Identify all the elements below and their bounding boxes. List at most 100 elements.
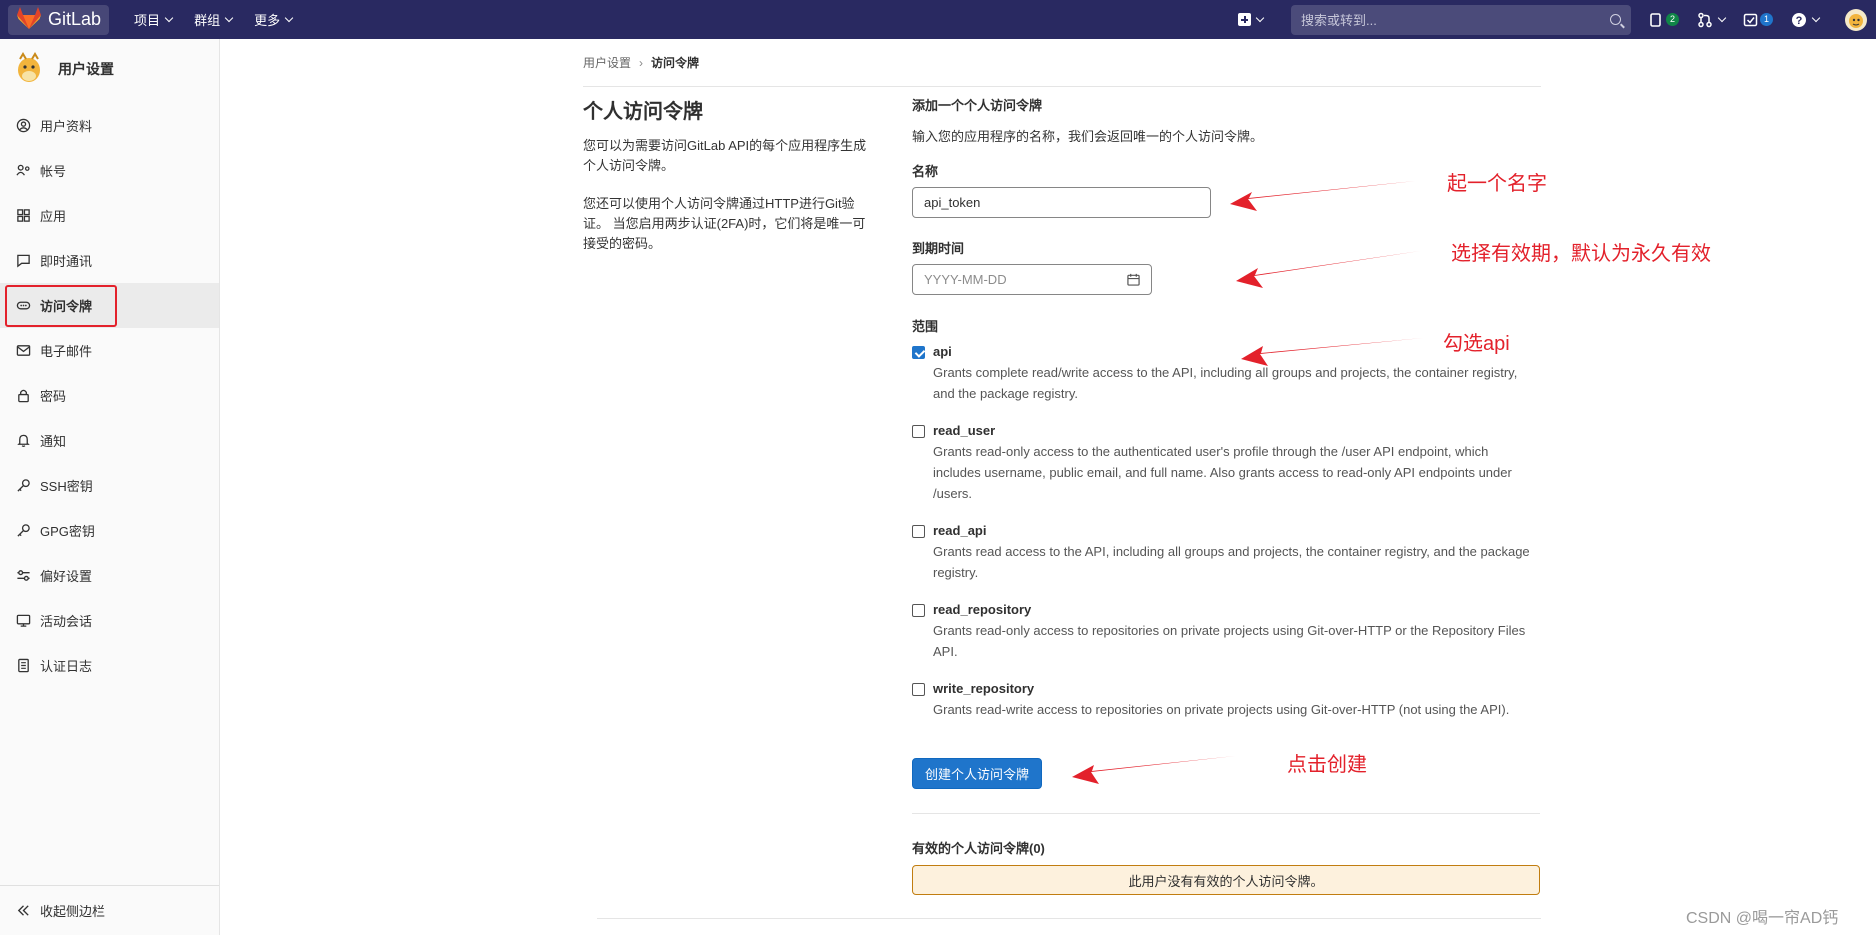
new-item-dropdown[interactable] [1230, 13, 1271, 26]
scope-checkbox[interactable] [912, 425, 925, 438]
sidebar-item-profile[interactable]: 用户资料 [0, 103, 219, 148]
sidebar-item-label: 电子邮件 [40, 344, 93, 359]
sidebar-item-applications[interactable]: 应用 [0, 193, 219, 238]
scope-checkbox[interactable] [912, 604, 925, 617]
calendar-icon [1127, 273, 1140, 286]
lock-icon [18, 389, 29, 403]
scope-name[interactable]: api [933, 344, 952, 359]
preferences-icon [17, 570, 30, 581]
form-subheading: 输入您的应用程序的名称，我们会返回唯一的个人访问令牌。 [912, 129, 1264, 144]
sidebar-item-ssh-keys[interactable]: SSH密钥 [0, 463, 219, 508]
scope-checkbox[interactable] [912, 683, 925, 696]
key-icon [17, 479, 30, 492]
create-token-button[interactable]: 创建个人访问令牌 [912, 758, 1043, 789]
sidebar-item-label: SSH密钥 [40, 479, 93, 494]
sidebar-item-chat[interactable]: 即时通讯 [0, 238, 219, 283]
sidebar-item-emails[interactable]: 电子邮件 [0, 328, 219, 373]
user-avatar[interactable] [1845, 8, 1867, 31]
chevron-down-icon [224, 13, 234, 23]
watermark: CSDN @喝一帘AD钙 [1686, 910, 1839, 927]
merge-requests-button[interactable] [1697, 12, 1727, 28]
scope-name[interactable]: read_api [933, 523, 986, 538]
chevron-right-icon: › [639, 55, 644, 70]
user-settings-avatar [18, 52, 40, 82]
plus-icon [1238, 13, 1251, 26]
applications-icon [17, 209, 30, 222]
annotation-scope: 勾选api [1443, 333, 1510, 355]
scope-checkbox[interactable] [912, 525, 925, 538]
sidebar-item-label: 认证日志 [40, 659, 93, 674]
issues-button[interactable]: 2 [1649, 12, 1679, 28]
todos-count-badge: 1 [1760, 13, 1773, 26]
svg-text:?: ? [1796, 15, 1803, 27]
sidebar-item-label: 即时通讯 [40, 254, 93, 269]
menu-projects[interactable]: 项目 [123, 10, 183, 29]
scope-name[interactable]: write_repository [933, 681, 1034, 696]
sidebar-header[interactable]: 用户设置 [0, 39, 219, 99]
active-tokens-title: 有效的个人访问令牌(0) [912, 841, 1045, 856]
sidebar-title: 用户设置 [58, 61, 114, 77]
breadcrumb: 用户设置 › 访问令牌 [583, 54, 699, 71]
scope-name[interactable]: read_repository [933, 602, 1031, 617]
menu-more[interactable]: 更多 [243, 10, 303, 29]
chevron-down-icon [1717, 13, 1727, 23]
mail-icon [16, 345, 31, 356]
scope-description: Grants read-only access to the authentic… [933, 444, 1512, 501]
breadcrumb-current[interactable]: 访问令牌 [651, 54, 699, 71]
sidebar-item-label: 帐号 [40, 164, 67, 179]
scope-checkbox[interactable] [912, 346, 925, 359]
scope-read-api: read_api Grants read access to the API, … [912, 523, 1540, 583]
sidebar-item-label: 应用 [40, 209, 67, 224]
menu-label: 项目 [134, 13, 161, 28]
sidebar-item-active-sessions[interactable]: 活动会话 [0, 598, 219, 643]
scope-description: Grants read access to the API, including… [933, 544, 1530, 580]
scope-read-user: read_user Grants read-only access to the… [912, 423, 1540, 504]
menu-label: 群组 [194, 13, 221, 28]
chevron-down-icon [164, 13, 174, 23]
question-icon: ? [1792, 12, 1806, 27]
search-input[interactable]: 搜索或转到... [1291, 4, 1631, 35]
collapse-sidebar-button[interactable]: 收起侧边栏 [0, 885, 219, 935]
token-name-field[interactable]: api_token [912, 187, 1211, 218]
scopes-label: 范围 [912, 319, 939, 334]
breadcrumb-parent[interactable]: 用户设置 [583, 54, 631, 71]
scope-write-repository: write_repository Grants read-write acces… [912, 681, 1540, 720]
sidebar-item-access-tokens[interactable]: 访问令牌 [0, 283, 219, 328]
sidebar-item-gpg-keys[interactable]: GPG密钥 [0, 508, 219, 553]
chevron-down-icon [1255, 13, 1265, 23]
collapse-label: 收起侧边栏 [40, 904, 106, 919]
expires-date-field[interactable]: YYYY-MM-DD [912, 264, 1152, 295]
section-divider [912, 813, 1540, 814]
issues-count-badge: 2 [1666, 13, 1679, 26]
annotation-expiry: 选择有效期，默认为永久有效 [1451, 243, 1711, 265]
search-icon [1610, 14, 1621, 25]
avatar-image [1849, 13, 1863, 28]
user-icon [16, 118, 31, 133]
sidebar-item-label: 访问令牌 [40, 299, 93, 314]
bell-icon [17, 434, 30, 448]
sidebar-item-preferences[interactable]: 偏好设置 [0, 553, 219, 598]
sidebar-item-auth-log[interactable]: 认证日志 [0, 643, 219, 688]
todos-button[interactable]: 1 [1743, 12, 1773, 28]
gitlab-home-link[interactable]: GitLab [8, 4, 110, 35]
sidebar-item-label: GPG密钥 [40, 524, 95, 539]
help-button[interactable]: ? [1791, 12, 1821, 28]
annotation-create: 点击创建 [1287, 754, 1367, 776]
sidebar-item-notifications[interactable]: 通知 [0, 418, 219, 463]
monitor-icon [16, 614, 31, 627]
sidebar-item-label: 密码 [40, 389, 67, 404]
scope-name[interactable]: read_user [933, 423, 995, 438]
sidebar-item-account[interactable]: 帐号 [0, 148, 219, 193]
menu-groups[interactable]: 群组 [183, 10, 243, 29]
sidebar-item-password[interactable]: 密码 [0, 373, 219, 418]
sidebar-item-label: 活动会话 [40, 614, 93, 629]
todo-icon [1743, 13, 1758, 26]
comment-icon [17, 254, 30, 268]
name-label: 名称 [912, 164, 939, 179]
date-placeholder: YYYY-MM-DD [924, 272, 1007, 287]
menu-label: 更多 [254, 13, 281, 28]
scope-description: Grants complete read/write access to the… [933, 365, 1518, 401]
sidebar-item-label: 通知 [40, 434, 67, 449]
settings-sidebar: 用户设置 用户资料 帐号 应用 即时通讯 访问令牌 电子邮件 密码 通知 SSH… [0, 39, 220, 935]
arrow-to-expiry-field [1236, 251, 1420, 288]
